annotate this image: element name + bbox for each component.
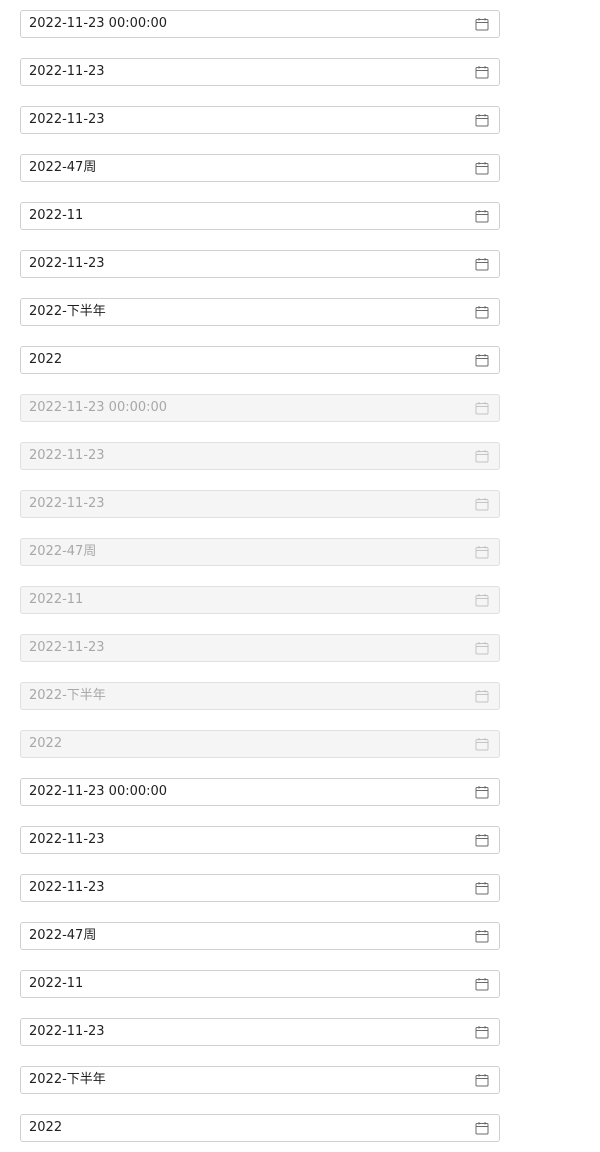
date-picker-value: 2022 xyxy=(29,1120,63,1135)
date-picker-value: 2022-47周 xyxy=(29,544,97,559)
date-picker-input[interactable]: 2022-11-23 xyxy=(20,826,500,854)
calendar-icon xyxy=(474,400,490,416)
date-picker-input[interactable]: 2022-11-23 00:00:00 xyxy=(20,778,500,806)
calendar-icon[interactable] xyxy=(474,976,490,992)
date-picker-value: 2022-下半年 xyxy=(29,688,106,703)
calendar-icon[interactable] xyxy=(474,208,490,224)
date-picker-input: 2022-11-23 xyxy=(20,634,500,662)
date-picker-input[interactable]: 2022-11-23 xyxy=(20,250,500,278)
date-picker-value: 2022-11-23 00:00:00 xyxy=(29,16,168,31)
date-picker-input[interactable]: 2022-47周 xyxy=(20,922,500,950)
calendar-icon[interactable] xyxy=(474,256,490,272)
calendar-icon[interactable] xyxy=(474,352,490,368)
date-picker-value: 2022-11-23 xyxy=(29,1024,105,1039)
date-picker-value: 2022-下半年 xyxy=(29,304,106,319)
calendar-icon xyxy=(474,640,490,656)
date-picker-value: 2022-11-23 xyxy=(29,880,105,895)
date-picker-input: 2022 xyxy=(20,730,500,758)
date-picker-value: 2022-11-23 xyxy=(29,256,105,271)
date-picker-value: 2022-11-23 xyxy=(29,496,105,511)
date-picker-input[interactable]: 2022 xyxy=(20,346,500,374)
date-picker-input[interactable]: 2022-11 xyxy=(20,970,500,998)
date-picker-value: 2022 xyxy=(29,736,63,751)
date-picker-input: 2022-47周 xyxy=(20,538,500,566)
date-picker-value: 2022-11 xyxy=(29,592,84,607)
date-picker-input: 2022-下半年 xyxy=(20,682,500,710)
calendar-icon xyxy=(474,688,490,704)
calendar-icon[interactable] xyxy=(474,928,490,944)
date-picker-input[interactable]: 2022-11 xyxy=(20,202,500,230)
calendar-icon[interactable] xyxy=(474,832,490,848)
date-picker-value: 2022-11-23 xyxy=(29,64,105,79)
date-picker-value: 2022-11-23 00:00:00 xyxy=(29,784,168,799)
calendar-icon[interactable] xyxy=(474,16,490,32)
calendar-icon xyxy=(474,592,490,608)
date-picker-input: 2022-11-23 xyxy=(20,490,500,518)
calendar-icon[interactable] xyxy=(474,304,490,320)
date-picker-list: 2022-11-23 00:00:00 2022-11-23 2022-11-23 2… xyxy=(0,0,600,1142)
calendar-icon[interactable] xyxy=(474,1024,490,1040)
date-picker-value: 2022-11-23 xyxy=(29,112,105,127)
date-picker-input[interactable]: 2022 xyxy=(20,1114,500,1142)
date-picker-value: 2022-11 xyxy=(29,208,84,223)
date-picker-value: 2022-下半年 xyxy=(29,1072,106,1087)
date-picker-input[interactable]: 2022-47周 xyxy=(20,154,500,182)
date-picker-input: 2022-11-23 00:00:00 xyxy=(20,394,500,422)
calendar-icon[interactable] xyxy=(474,1120,490,1136)
date-picker-input[interactable]: 2022-11-23 00:00:00 xyxy=(20,10,500,38)
calendar-icon xyxy=(474,496,490,512)
calendar-icon xyxy=(474,736,490,752)
date-picker-value: 2022-11-23 xyxy=(29,832,105,847)
date-picker-value: 2022 xyxy=(29,352,63,367)
calendar-icon[interactable] xyxy=(474,1072,490,1088)
date-picker-input[interactable]: 2022-11-23 xyxy=(20,874,500,902)
calendar-icon[interactable] xyxy=(474,112,490,128)
date-picker-value: 2022-11-23 00:00:00 xyxy=(29,400,168,415)
date-picker-value: 2022-11-23 xyxy=(29,640,105,655)
date-picker-input[interactable]: 2022-11-23 xyxy=(20,106,500,134)
date-picker-input[interactable]: 2022-下半年 xyxy=(20,1066,500,1094)
date-picker-value: 2022-11 xyxy=(29,976,84,991)
calendar-icon[interactable] xyxy=(474,784,490,800)
date-picker-value: 2022-11-23 xyxy=(29,448,105,463)
date-picker-value: 2022-47周 xyxy=(29,928,97,943)
calendar-icon xyxy=(474,448,490,464)
calendar-icon xyxy=(474,544,490,560)
calendar-icon[interactable] xyxy=(474,160,490,176)
date-picker-input: 2022-11-23 xyxy=(20,442,500,470)
date-picker-input[interactable]: 2022-下半年 xyxy=(20,298,500,326)
date-picker-value: 2022-47周 xyxy=(29,160,97,175)
calendar-icon[interactable] xyxy=(474,64,490,80)
date-picker-input[interactable]: 2022-11-23 xyxy=(20,58,500,86)
calendar-icon[interactable] xyxy=(474,880,490,896)
date-picker-input: 2022-11 xyxy=(20,586,500,614)
date-picker-input[interactable]: 2022-11-23 xyxy=(20,1018,500,1046)
